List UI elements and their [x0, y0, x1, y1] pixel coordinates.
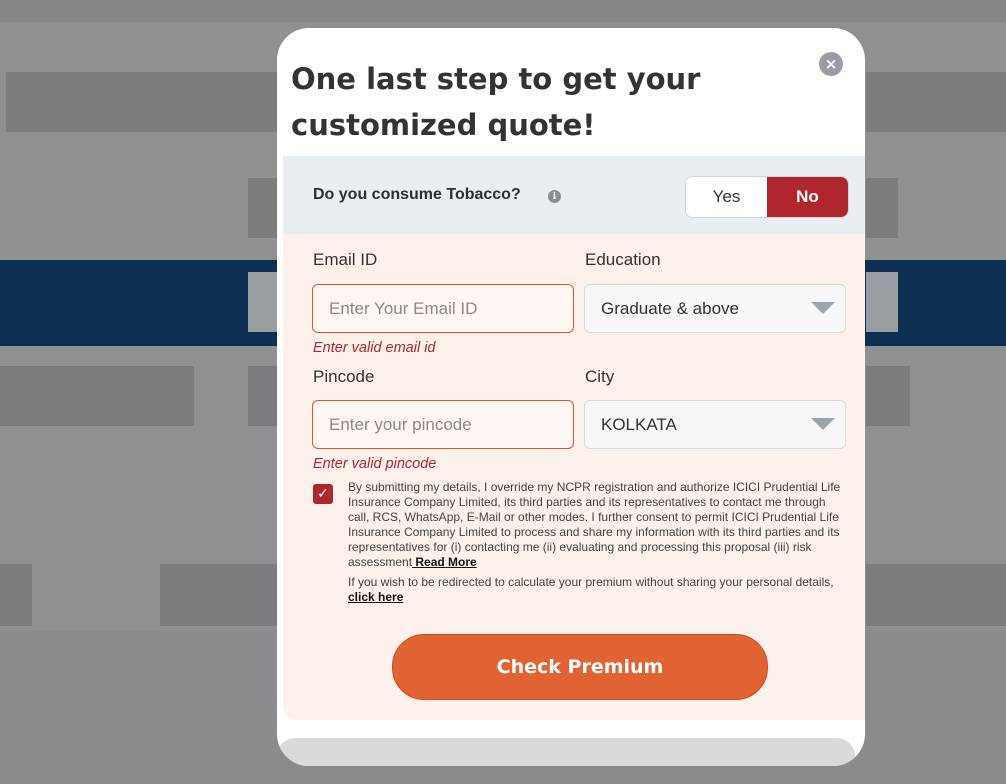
close-button[interactable]: ×	[819, 52, 843, 76]
email-input[interactable]	[312, 284, 574, 333]
bg-block	[866, 366, 910, 426]
bg-block	[866, 564, 1006, 626]
consent-text: By submitting my details, I override my …	[348, 480, 843, 570]
tobacco-yes-button[interactable]: Yes	[686, 177, 767, 217]
details-form: Email ID Enter valid email id Education …	[283, 234, 865, 720]
pincode-input[interactable]	[312, 400, 574, 449]
redirect-text: If you wish to be redirected to calculat…	[348, 575, 843, 605]
bg-block	[160, 564, 278, 626]
modal-bottom-bar	[277, 738, 855, 766]
read-more-link[interactable]: Read More	[412, 555, 476, 569]
bg-block	[866, 178, 898, 238]
email-error: Enter valid email id	[313, 340, 436, 356]
email-label: Email ID	[313, 250, 378, 269]
info-icon[interactable]: i	[548, 190, 561, 203]
tobacco-question: Do you consume Tobacco?	[313, 186, 521, 203]
chevron-down-icon	[811, 302, 835, 314]
bg-block	[248, 178, 278, 238]
tobacco-toggle: Yes No	[685, 176, 849, 218]
pincode-error: Enter valid pincode	[313, 456, 437, 472]
redirect-body: If you wish to be redirected to calculat…	[348, 575, 834, 589]
chevron-down-icon	[811, 418, 835, 430]
education-value: Graduate & above	[601, 298, 739, 318]
city-label: City	[585, 367, 615, 386]
tobacco-question-row: Do you consume Tobacco? i Yes No	[283, 156, 865, 234]
close-icon[interactable]: ×	[825, 56, 838, 72]
quote-modal: × One last step to get your customized q…	[277, 28, 865, 766]
click-here-link[interactable]: click here	[348, 590, 403, 604]
education-select[interactable]: Graduate & above	[584, 284, 846, 333]
bg-block	[0, 564, 32, 626]
city-value: KOLKATA	[601, 414, 677, 434]
bg-block	[0, 366, 194, 426]
bg-block	[248, 366, 278, 426]
city-select[interactable]: KOLKATA	[584, 400, 846, 449]
consent-checkbox[interactable]: ✓	[313, 484, 333, 504]
tobacco-no-button[interactable]: No	[767, 177, 848, 217]
bg-header	[0, 0, 1006, 22]
education-label: Education	[585, 250, 661, 269]
bg-block	[248, 272, 278, 332]
pincode-label: Pincode	[313, 367, 375, 386]
bg-block	[866, 72, 1006, 132]
check-icon: ✓	[317, 486, 329, 502]
bg-block	[866, 272, 898, 332]
check-premium-button[interactable]: Check Premium	[392, 634, 768, 700]
modal-title: One last step to get your customized quo…	[291, 62, 701, 142]
bg-block	[6, 72, 278, 132]
